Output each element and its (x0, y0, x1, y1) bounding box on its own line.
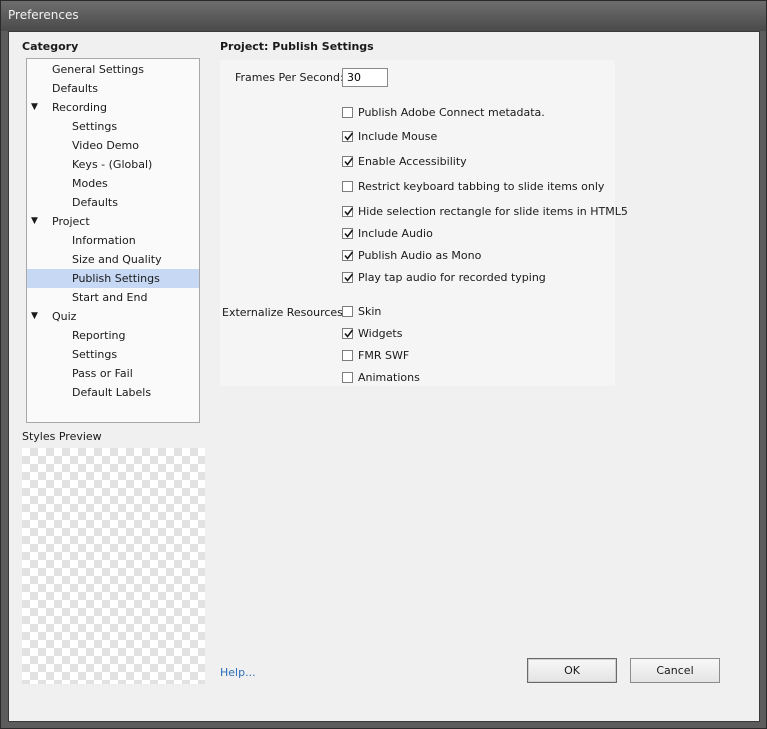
checkbox-option[interactable]: Play tap audio for recorded typing (342, 270, 602, 285)
checkbox-checked[interactable] (342, 272, 354, 283)
checkbox-label: Include Mouse (358, 130, 438, 143)
checkbox-option[interactable]: Widgets (342, 326, 602, 341)
checkbox-label: Publish Audio as Mono (358, 249, 482, 262)
styles-preview-area (22, 448, 205, 684)
help-link[interactable]: Help... (220, 666, 256, 679)
checkbox-option[interactable]: FMR SWF (342, 348, 602, 363)
checkbox-label: Enable Accessibility (358, 155, 467, 168)
tree-item[interactable]: Size and Quality (27, 250, 199, 269)
tree-item-label: Defaults (72, 196, 118, 209)
checkbox-label: Include Audio (358, 227, 433, 240)
checkbox-label: Play tap audio for recorded typing (358, 271, 546, 284)
checkbox-option[interactable]: Publish Adobe Connect metadata. (342, 105, 602, 120)
tree-item-label: Pass or Fail (72, 367, 133, 380)
tree-item-label: Video Demo (72, 139, 139, 152)
checkbox-checked[interactable] (342, 156, 354, 167)
tree-item-label: Modes (72, 177, 108, 190)
tree-item-label: Defaults (52, 82, 98, 95)
fps-input[interactable] (342, 68, 388, 87)
tree-item[interactable]: Publish Settings (27, 269, 199, 288)
checkbox-label: Skin (358, 305, 382, 318)
checkbox-checked[interactable] (342, 228, 354, 239)
checkbox-option[interactable]: Hide selection rectangle for slide items… (342, 204, 628, 219)
checkbox-checked[interactable] (342, 206, 354, 217)
checkbox-checked[interactable] (342, 328, 354, 339)
tree-item[interactable]: Pass or Fail (27, 364, 199, 383)
preferences-window: Preferences Category General Settings Def… (0, 0, 767, 729)
checkbox-checked[interactable] (342, 131, 354, 142)
checkbox-unchecked[interactable] (342, 372, 353, 383)
checkbox-checked[interactable] (342, 250, 354, 261)
tree-item-label: Start and End (72, 291, 148, 304)
triangle-down-icon[interactable]: ▼ (31, 307, 38, 326)
triangle-down-icon[interactable]: ▼ (31, 212, 38, 231)
tree-item-label: Quiz (52, 310, 77, 323)
cancel-button[interactable]: Cancel (630, 658, 720, 683)
checkbox-option[interactable]: Skin (342, 304, 602, 319)
category-tree[interactable]: General Settings Defaults ▼ Recording Settin… (26, 58, 200, 423)
fps-label: Frames Per Second: (235, 71, 344, 84)
category-column: Category General Settings Defaults ▼ Record… (9, 32, 209, 721)
checkbox-option[interactable]: Enable Accessibility (342, 154, 602, 169)
section-title: Project: Publish Settings (220, 40, 374, 53)
tree-item[interactable]: Keys - (Global) (27, 155, 199, 174)
tree-item[interactable]: Video Demo (27, 136, 199, 155)
tree-item-label: Settings (72, 348, 118, 361)
tree-item-label: Keys - (Global) (72, 158, 153, 171)
styles-preview-label: Styles Preview (22, 430, 102, 443)
tree-item-label: Information (72, 234, 136, 247)
tree-item-label: Settings (72, 120, 118, 133)
tree-item-label: General Settings (52, 63, 144, 76)
tree-item[interactable]: Settings (27, 345, 199, 364)
checkbox-label: FMR SWF (358, 349, 410, 362)
tree-item-label: Project (52, 215, 90, 228)
title-bar[interactable]: Preferences (1, 1, 766, 31)
checkbox-unchecked[interactable] (342, 350, 353, 361)
checkbox-unchecked[interactable] (342, 107, 353, 118)
checkbox-option[interactable]: Include Audio (342, 226, 602, 241)
category-heading: Category (22, 40, 79, 53)
checkbox-label: Hide selection rectangle for slide items… (358, 205, 628, 218)
tree-item[interactable]: ▼ Quiz (27, 307, 199, 326)
tree-item[interactable]: Default Labels (27, 383, 199, 402)
checkbox-unchecked[interactable] (342, 181, 353, 192)
triangle-down-icon[interactable]: ▼ (31, 98, 38, 117)
tree-item[interactable]: Start and End (27, 288, 199, 307)
tree-item[interactable]: Settings (27, 117, 199, 136)
checkbox-label: Publish Adobe Connect metadata. (358, 106, 545, 119)
tree-item[interactable]: Information (27, 231, 199, 250)
tree-item-label: Reporting (72, 329, 126, 342)
externalize-label: Externalize Resources: (222, 306, 347, 319)
checkbox-option[interactable]: Include Mouse (342, 129, 602, 144)
checkbox-unchecked[interactable] (342, 306, 353, 317)
checkbox-label: Animations (358, 371, 420, 384)
checkbox-option[interactable]: Publish Audio as Mono (342, 248, 602, 263)
tree-item[interactable]: Modes (27, 174, 199, 193)
checkbox-option[interactable]: Restrict keyboard tabbing to slide items… (342, 179, 605, 194)
checkbox-label: Restrict keyboard tabbing to slide items… (358, 180, 605, 193)
checkbox-option[interactable]: Animations (342, 370, 602, 385)
window-title: Preferences (8, 8, 79, 22)
ok-button[interactable]: OK (527, 658, 617, 683)
tree-item-label: Size and Quality (72, 253, 162, 266)
tree-item-label: Publish Settings (72, 272, 160, 285)
tree-item[interactable]: Reporting (27, 326, 199, 345)
tree-item[interactable]: ▼ Project (27, 212, 199, 231)
tree-item[interactable]: General Settings (27, 60, 199, 79)
tree-item-label: Default Labels (72, 386, 152, 399)
tree-item[interactable]: Defaults (27, 79, 199, 98)
tree-item[interactable]: ▼ Recording (27, 98, 199, 117)
tree-item[interactable]: Defaults (27, 193, 199, 212)
dialog-body: Category General Settings Defaults ▼ Record… (8, 31, 760, 722)
checkbox-label: Widgets (358, 327, 403, 340)
tree-item-label: Recording (52, 101, 108, 114)
